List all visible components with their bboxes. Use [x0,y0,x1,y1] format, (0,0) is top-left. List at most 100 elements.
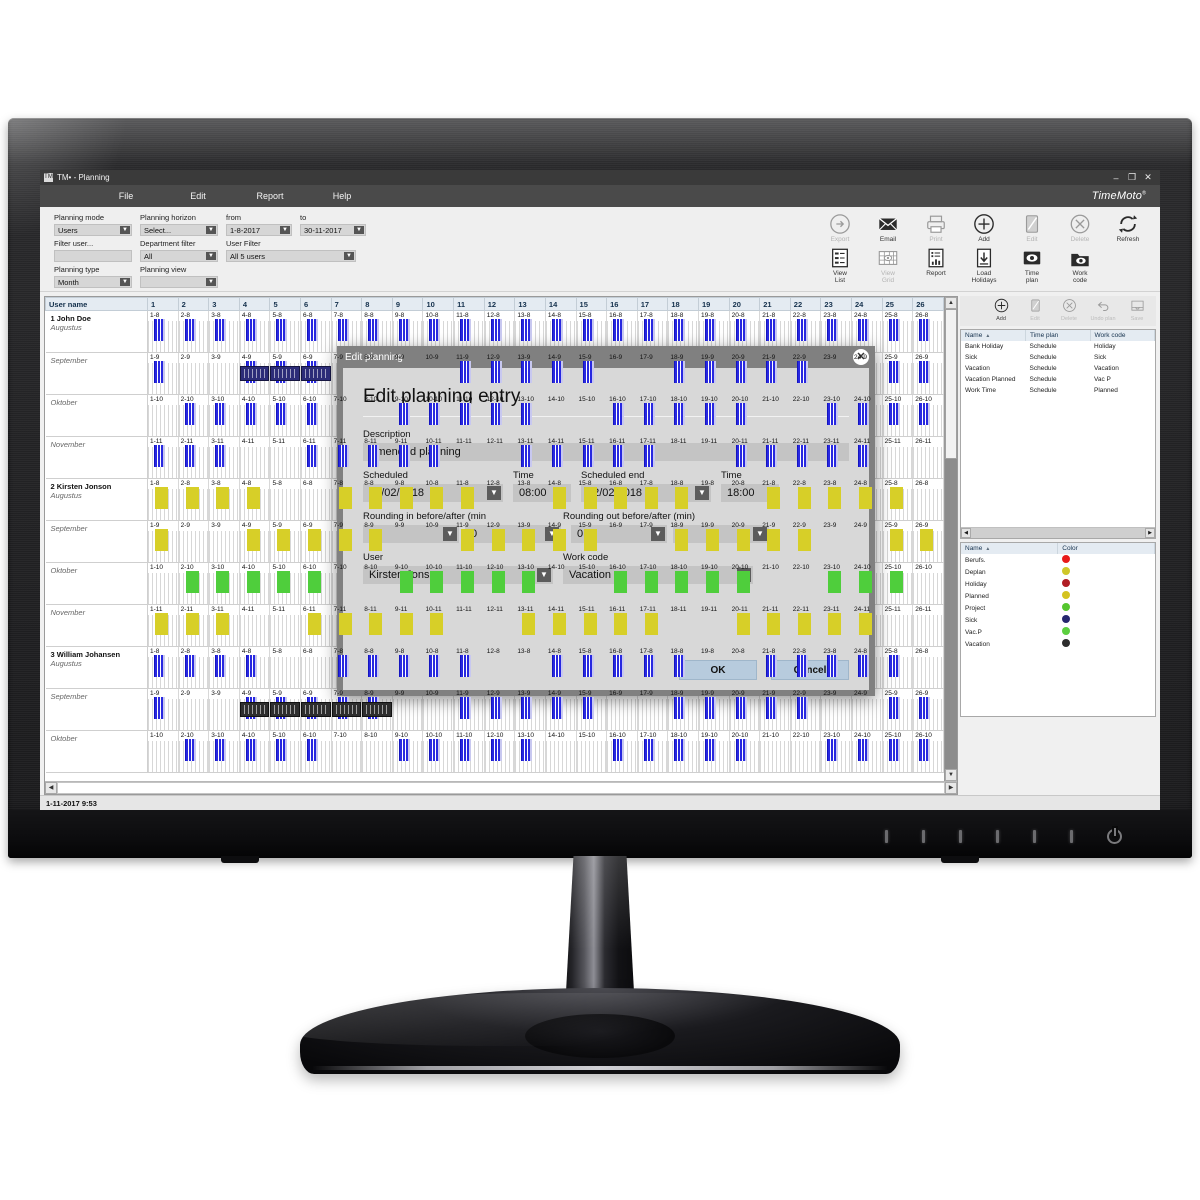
grid-bar-work[interactable] [704,319,716,341]
grid-bar-yellow[interactable] [675,529,689,551]
menu-item-edit[interactable]: Edit [162,191,234,201]
grid-bar-work[interactable] [888,319,900,341]
grid-day-cell[interactable]: 26-10 [912,562,944,605]
chevron-down-icon[interactable]: ▼ [753,527,767,541]
grid-day-cell[interactable]: 4-8 [239,310,271,353]
grid-bar-work[interactable] [460,739,472,761]
grid-day-cell[interactable]: 15-10 [576,730,608,773]
toolbar-work-code-button[interactable]: Work code [1056,245,1104,284]
grid-bar-green[interactable] [246,571,260,593]
monitor-button-2[interactable] [922,830,925,843]
grid-day-cell[interactable]: 26-9 [912,688,944,731]
right-toolbar-add-button[interactable]: Add [984,296,1018,326]
grid-day-cell[interactable]: 1-9 [147,352,179,395]
grid-bar-work[interactable] [245,319,257,341]
grid-day-cell[interactable]: 4-10 [239,730,271,773]
grid-bar-green[interactable] [675,571,689,593]
monitor-button-3[interactable] [959,830,962,843]
grid-day-cell[interactable]: 3-9 [208,688,240,731]
monitor-button-4[interactable] [996,830,999,843]
grid-day-cell[interactable]: 3-11 [208,436,240,479]
grid-day-cell[interactable]: 5-10 [269,730,302,773]
grid-bar-work[interactable] [827,445,839,467]
toolbar-refresh-button[interactable]: Refresh [1104,211,1152,243]
grid-bar-work[interactable] [551,697,563,719]
toolbar-add-button[interactable]: Add [960,211,1008,243]
grid-bar-work[interactable] [919,319,931,341]
grid-header-day-20[interactable]: 20 [728,297,761,311]
grid-bar-green[interactable] [430,571,444,593]
grid-bar-yellow[interactable] [552,487,566,509]
grid-bar-work[interactable] [184,739,196,761]
grid-bar-work[interactable] [154,445,165,467]
grid-day-cell[interactable]: 2-11 [178,604,210,647]
grid-bar-work[interactable] [368,319,380,341]
grid-bar-yellow[interactable] [736,613,750,635]
grid-bar-work[interactable] [858,655,870,677]
grid-user-cell[interactable]: Oktober [45,394,148,437]
grid-day-cell[interactable]: 8-10 [361,730,393,773]
maximize-button[interactable]: ❐ [1124,172,1140,183]
grid-day-cell[interactable]: 1-10 [147,562,179,605]
grid-day-cell[interactable]: 3-10 [208,730,240,773]
grid-bar-work[interactable] [643,319,655,341]
grid-bar-work[interactable] [245,739,257,761]
grid-header-day-25[interactable]: 25 [881,297,914,311]
grid-bar-work[interactable] [521,697,533,719]
grid-user-cell[interactable]: 1 John Doe Augustus [45,310,148,353]
grid-bar-work[interactable] [582,361,594,383]
grid-day-cell[interactable]: 6-10 [300,562,332,605]
chevron-down-icon[interactable]: ▼ [651,527,665,541]
grid-user-cell[interactable]: 3 William Johansen Augustus [45,646,148,689]
list-item[interactable]: Holiday [961,578,1155,590]
chevron-down-icon[interactable]: ▼ [206,278,216,286]
grid-bar-work[interactable] [796,655,808,677]
grid-day-cell[interactable]: 23-10 [820,730,853,773]
grid-bar-work[interactable] [521,361,533,383]
grid-day-cell[interactable]: 24-9 [851,688,883,731]
grid-bar-yellow[interactable] [797,487,811,509]
grid-bar-yellow[interactable] [185,487,199,509]
grid-day-cell[interactable]: 26-8 [912,646,944,689]
grid-bar-yellow[interactable] [216,487,230,509]
grid-bar-work[interactable] [888,403,900,425]
grid-header-day-17[interactable]: 17 [636,297,669,311]
grid-bar-work[interactable] [858,403,870,425]
list-item[interactable]: Planned [961,590,1155,602]
planning-horizon-select[interactable]: Select... ▼ [140,224,218,236]
grid-bar-yellow[interactable] [797,529,811,551]
grid-day-cell[interactable]: 3-10 [208,562,240,605]
grid-block-select[interactable] [301,366,331,381]
timeplan-header-work-code[interactable]: Work code [1090,330,1155,341]
ok-button[interactable]: OK [679,660,757,680]
grid-bar-work[interactable] [704,361,716,383]
grid-bar-work[interactable] [215,739,227,761]
grid-bar-work[interactable] [154,655,165,677]
grid-bar-yellow[interactable] [828,487,842,509]
grid-day-cell[interactable]: 5-9 [269,688,302,731]
grid-bar-yellow[interactable] [614,613,628,635]
grid-bar-work[interactable] [704,403,716,425]
grid-bar-green[interactable] [216,571,230,593]
grid-day-cell[interactable]: 6-8 [300,310,332,353]
grid-bar-yellow[interactable] [797,613,811,635]
grid-day-cell[interactable]: 26-10 [912,394,944,437]
chevron-down-icon[interactable]: ▼ [206,252,216,260]
grid-day-cell[interactable]: 6-8 [300,478,332,521]
grid-bar-work[interactable] [307,319,319,341]
scroll-down-arrow[interactable]: ▼ [945,769,957,781]
grid-day-cell[interactable]: 5-8 [269,478,302,521]
grid-bar-yellow[interactable] [155,613,168,635]
grid-bar-work[interactable] [460,361,472,383]
grid-bar-work[interactable] [919,403,931,425]
grid-bar-yellow[interactable] [430,487,444,509]
grid-bar-work[interactable] [490,403,502,425]
grid-day-cell[interactable]: 25-8 [882,310,914,353]
grid-bar-work[interactable] [398,739,410,761]
grid-bar-work[interactable] [888,655,900,677]
grid-bar-work[interactable] [613,445,625,467]
grid-bar-work[interactable] [888,361,900,383]
grid-bar-yellow[interactable] [308,529,322,551]
grid-header-day-3[interactable]: 3 [208,297,240,311]
grid-day-cell[interactable]: 2-9 [178,352,210,395]
